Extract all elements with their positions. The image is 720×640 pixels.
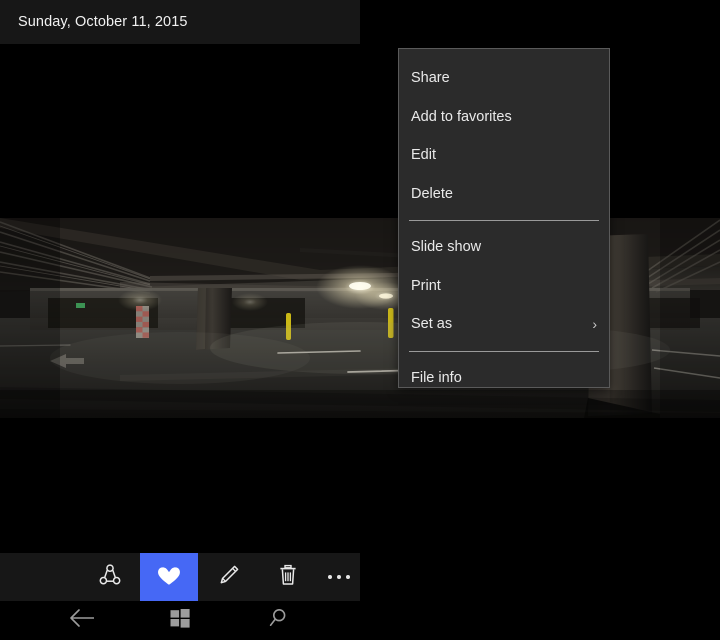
share-button[interactable] — [81, 553, 139, 601]
system-navigation-bar — [0, 601, 720, 640]
menu-separator-2 — [409, 350, 599, 352]
menu-item-delete[interactable]: Delete — [399, 175, 609, 214]
share-icon — [97, 562, 123, 593]
start-button[interactable] — [150, 601, 210, 640]
menu-item-edit[interactable]: Edit — [399, 136, 609, 175]
menu-item-set-as[interactable]: Set as › — [399, 305, 609, 344]
edit-button[interactable] — [200, 553, 258, 601]
menu-item-file-info[interactable]: File info — [399, 359, 609, 398]
more-button[interactable] — [310, 553, 368, 601]
trash-icon — [276, 563, 300, 592]
menu-item-label: Share — [411, 70, 450, 86]
app-command-bar — [0, 553, 360, 601]
back-arrow-icon — [67, 606, 97, 635]
menu-item-label: Print — [411, 277, 441, 294]
search-icon — [266, 606, 290, 635]
photos-app-viewer: Sunday, October 11, 2015 Share Add to fa… — [0, 0, 720, 640]
menu-item-share[interactable]: Share — [399, 59, 609, 98]
menu-item-label: Delete — [411, 185, 453, 202]
delete-button[interactable] — [259, 553, 317, 601]
menu-item-add-to-favorites[interactable]: Add to favorites — [399, 98, 609, 137]
pencil-icon — [216, 562, 242, 593]
menu-separator-1 — [409, 220, 599, 221]
ellipsis-icon — [328, 575, 350, 579]
heart-icon — [156, 562, 182, 593]
menu-item-label: Add to favorites — [411, 108, 512, 125]
search-button[interactable] — [248, 601, 308, 640]
menu-item-label: Set as — [411, 316, 453, 332]
back-button[interactable] — [52, 601, 112, 640]
photo-viewer-image[interactable] — [0, 218, 720, 418]
photo-date-label: Sunday, October 11, 2015 — [18, 14, 188, 30]
menu-item-label: Slide show — [411, 239, 482, 255]
chevron-right-icon: › — [592, 316, 597, 332]
header-bar: Sunday, October 11, 2015 — [0, 0, 360, 44]
menu-top-padding — [399, 49, 609, 59]
windows-logo-icon — [168, 606, 192, 635]
menu-item-label: File info — [411, 369, 462, 386]
favorite-button[interactable] — [140, 553, 198, 601]
menu-item-label: Edit — [411, 147, 436, 163]
context-menu[interactable]: Share Add to favorites Edit Delete Slide… — [398, 48, 610, 388]
menu-item-print[interactable]: Print — [399, 267, 609, 306]
menu-item-slide-show[interactable]: Slide show — [399, 228, 609, 267]
